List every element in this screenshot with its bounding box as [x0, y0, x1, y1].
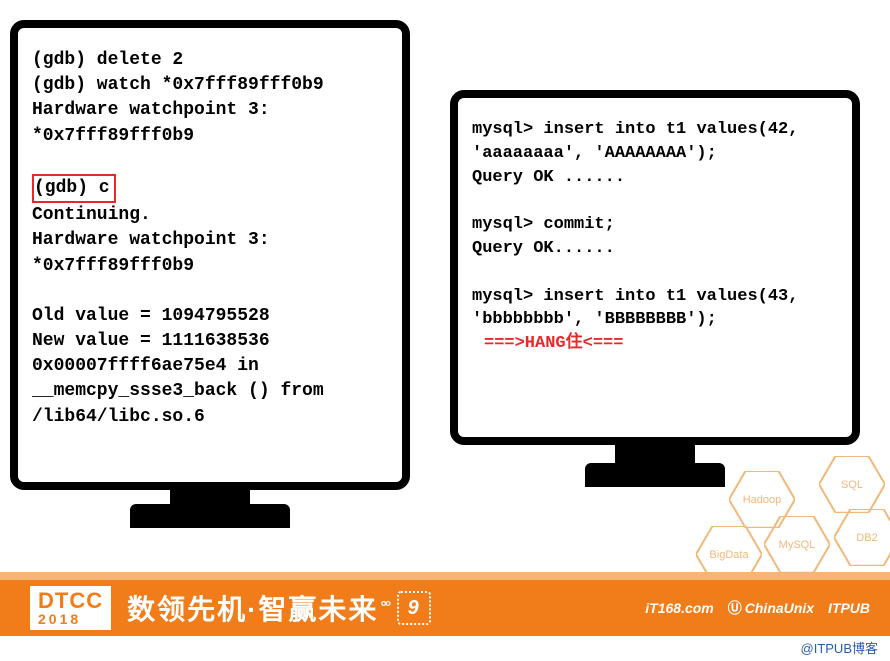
mysql-cmd: insert into t1 values(42,	[533, 120, 798, 139]
gdb-line: /lib64/libc.so.6	[32, 405, 388, 430]
gdb-line: New value = 1111638536	[32, 329, 388, 354]
gdb-line: *0x7fff89fff0b9	[32, 124, 388, 149]
footer-band: DTCC 2018 数领先机·智赢未来°° 9 iT168.com ChinaU…	[0, 580, 890, 636]
left-monitor: (gdb) delete 2 (gdb) watch *0x7fff89fff0…	[10, 20, 410, 528]
mysql-cmd: commit;	[533, 215, 615, 234]
gdb-line: __memcpy_ssse3_back () from	[32, 379, 388, 404]
dtcc-year: 2018	[38, 612, 103, 626]
gdb-line: (gdb) watch *0x7fff89fff0b9	[32, 73, 388, 98]
mysql-line: 'bbbbbbbb', 'BBBBBBBB');	[472, 308, 838, 332]
dtcc-text: DTCC	[38, 590, 103, 612]
mysql-terminal-screen: mysql> insert into t1 values(42, 'aaaaaa…	[450, 90, 860, 445]
hex-label: DB2	[856, 532, 877, 544]
hex-label: MySQL	[779, 539, 816, 551]
right-monitor: mysql> insert into t1 values(42, 'aaaaaa…	[450, 90, 860, 487]
mysql-line: Query OK......	[472, 237, 838, 261]
gdb-line: *0x7fff89fff0b9	[32, 254, 388, 279]
gdb-line: 0x00007ffff6ae75e4 in	[32, 354, 388, 379]
gdb-line: Hardware watchpoint 3:	[32, 228, 388, 253]
mysql-line-blank	[472, 261, 838, 285]
monitor-base	[585, 463, 725, 487]
gdb-line-highlighted: (gdb) c	[32, 174, 388, 203]
sponsor-it168: iT168.com	[645, 600, 713, 616]
bubbles-icon: °°	[380, 599, 389, 617]
highlight-box: (gdb) c	[32, 174, 116, 203]
gdb-line: Continuing.	[32, 203, 388, 228]
gdb-line: Old value = 1094795528	[32, 304, 388, 329]
monitor-stand	[170, 490, 250, 504]
mysql-line: Query OK ......	[472, 166, 838, 190]
mysql-prompt: mysql>	[472, 120, 533, 139]
monitor-stand	[615, 445, 695, 463]
gdb-terminal-screen: (gdb) delete 2 (gdb) watch *0x7fff89fff0…	[10, 20, 410, 490]
slogan-text: 数领先机·智赢未来	[127, 588, 378, 628]
mysql-prompt: mysql>	[472, 215, 533, 234]
slogan: 数领先机·智赢未来°° 9	[127, 588, 431, 628]
mysql-line-blank	[472, 189, 838, 213]
sponsors: iT168.com ChinaUnix ITPUB	[645, 598, 870, 618]
gdb-line-blank	[32, 279, 388, 304]
watermark: @ITPUB博客	[801, 638, 878, 657]
monitors-area: (gdb) delete 2 (gdb) watch *0x7fff89fff0…	[0, 0, 890, 528]
monitor-base	[130, 504, 290, 528]
mysql-line: mysql> insert into t1 values(42,	[472, 118, 838, 142]
mysql-cmd: insert into t1 values(43,	[533, 287, 798, 306]
mysql-prompt: mysql>	[472, 287, 533, 306]
sponsor-itpub: ITPUB	[828, 600, 870, 616]
gdb-line: (gdb) delete 2	[32, 48, 388, 73]
sponsor-chinaunix: ChinaUnix	[728, 598, 814, 618]
mysql-line: 'aaaaaaaa', 'AAAAAAAA');	[472, 142, 838, 166]
hang-indicator: ===>HANG住<===	[472, 332, 838, 356]
gdb-line: Hardware watchpoint 3:	[32, 98, 388, 123]
mysql-line: mysql> insert into t1 values(43,	[472, 285, 838, 309]
hex-label: BigData	[709, 549, 748, 561]
nine-badge: 9	[397, 591, 431, 625]
mysql-line: mysql> commit;	[472, 213, 838, 237]
gdb-line-blank	[32, 149, 388, 174]
dtcc-badge: DTCC 2018	[30, 586, 111, 630]
footer-top-strip	[0, 572, 890, 580]
